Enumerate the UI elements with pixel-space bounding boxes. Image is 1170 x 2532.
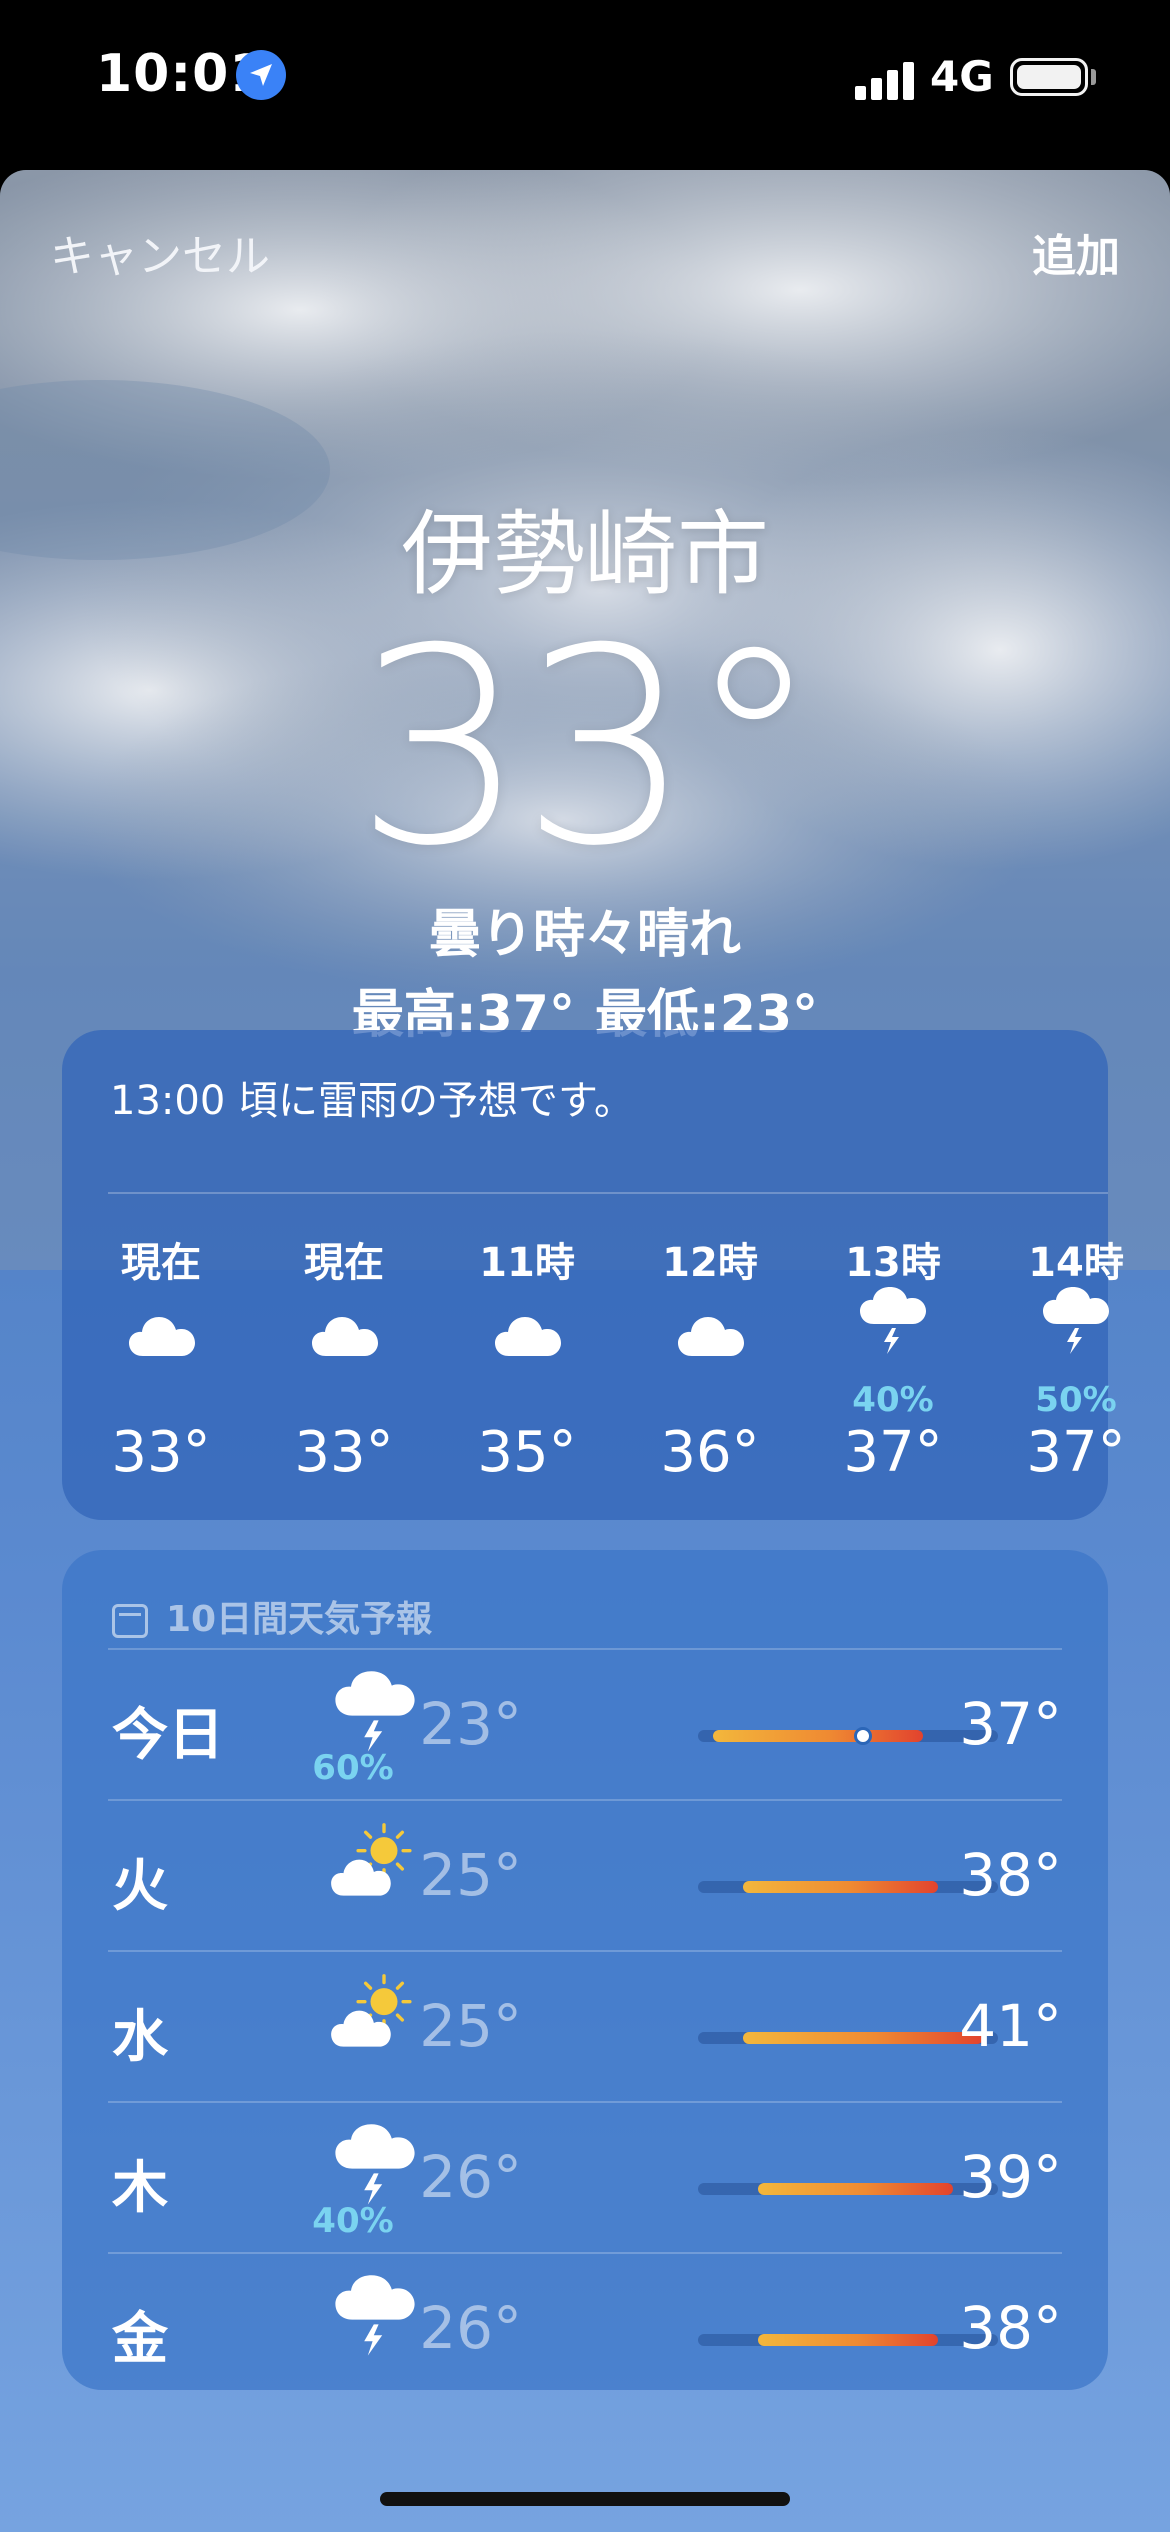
day-name: 金 xyxy=(112,2307,168,2372)
network-type: 4G xyxy=(930,52,994,101)
hour-temperature: 37° xyxy=(1026,1420,1126,1485)
thunderstorm-icon xyxy=(1001,1280,1151,1390)
precipitation-chance: 40% xyxy=(852,1380,934,1420)
hour-label: 12時 xyxy=(662,1240,758,1286)
hour-label: 14時 xyxy=(1028,1240,1124,1286)
cloud-icon xyxy=(86,1280,236,1390)
hourly-item: 現在 33° xyxy=(269,1230,419,1485)
high-temperature: 38° xyxy=(959,1841,1062,1909)
ten-day-forecast-card[interactable]: 10日間天気予報 今日 60% 23° 37° 火 25° 38° 水 25° 41° 木 40% 26… xyxy=(62,1550,1108,2390)
high-temperature: 37° xyxy=(959,1690,1062,1758)
hourly-item: 14時 50% 37° xyxy=(1001,1230,1151,1485)
day-name: 水 xyxy=(112,2005,168,2070)
cloud-icon xyxy=(452,1280,602,1390)
hour-temperature: 33° xyxy=(111,1420,211,1485)
high-temperature: 41° xyxy=(959,1992,1062,2060)
daily-row[interactable]: 火 25° 38° xyxy=(108,1799,1062,1951)
temperature-range-fill xyxy=(758,2334,938,2346)
cloud-icon xyxy=(269,1280,419,1390)
hourly-summary: 13:00 頃に雷雨の予想です。 xyxy=(110,1078,634,1124)
ten-day-header-label: 10日間天気予報 xyxy=(166,1599,433,1640)
low-temperature: 25° xyxy=(419,1841,522,1909)
temperature-range-fill xyxy=(713,1730,923,1742)
hour-temperature: 35° xyxy=(477,1420,577,1485)
hour-label: 現在 xyxy=(304,1240,384,1286)
location-arrow-icon xyxy=(236,50,286,100)
current-temperature-dot xyxy=(854,1727,872,1745)
high-temperature: 39° xyxy=(959,2143,1062,2211)
precipitation-chance: 50% xyxy=(1035,1380,1117,1420)
high-temperature: 38° xyxy=(959,2294,1062,2362)
low-temperature: 26° xyxy=(419,2143,522,2211)
hourly-forecast-card[interactable]: 13:00 頃に雷雨の予想です。 現在 33° 現在 33° 11時 35° 12時 36° 1… xyxy=(62,1030,1126,1520)
daily-row[interactable]: 木 40% 26° 39° xyxy=(108,2101,1062,2253)
hour-temperature: 33° xyxy=(294,1420,394,1485)
temperature-range-fill xyxy=(758,2183,953,2195)
battery-tip xyxy=(1091,69,1096,85)
low-temperature: 25° xyxy=(419,1992,522,2060)
thunderstorm-icon xyxy=(818,1280,968,1390)
temperature-range-bar xyxy=(698,2183,998,2195)
hourly-item: 12時 36° xyxy=(635,1230,785,1485)
hour-label: 11時 xyxy=(479,1240,575,1286)
daily-row[interactable]: 水 25° 41° xyxy=(108,1950,1062,2102)
day-name: 木 xyxy=(112,2156,168,2221)
home-indicator[interactable] xyxy=(380,2492,790,2506)
hourly-item: 13時 40% 37° xyxy=(818,1230,968,1485)
hour-label: 13時 xyxy=(845,1240,941,1286)
current-temperature: 33° xyxy=(354,590,822,905)
day-name: 今日 xyxy=(112,1703,224,1768)
low-temperature: 23° xyxy=(419,1690,522,1758)
cancel-button[interactable]: キャンセル xyxy=(50,220,270,284)
cellular-signal-icon xyxy=(855,60,915,100)
low-temperature: 26° xyxy=(419,2294,522,2362)
daily-row[interactable]: 今日 60% 23° 37° xyxy=(108,1648,1062,1800)
temperature-range-fill xyxy=(743,2032,983,2044)
temperature-range-fill xyxy=(743,1881,938,1893)
hour-temperature: 36° xyxy=(660,1420,760,1485)
cloud-icon xyxy=(635,1280,785,1390)
hourly-item: 11時 35° xyxy=(452,1230,602,1485)
temperature-range-bar xyxy=(698,1881,998,1893)
hour-temperature: 37° xyxy=(843,1420,943,1485)
temperature-range-bar xyxy=(698,2334,998,2346)
ten-day-header: 10日間天気予報 xyxy=(112,1590,432,1642)
hour-label: 現在 xyxy=(121,1240,201,1286)
weather-condition: 曇り時々晴れ xyxy=(428,905,741,965)
status-bar: 10:01 4G xyxy=(0,0,1170,160)
add-button[interactable]: 追加 xyxy=(1032,220,1120,284)
temperature-range-bar xyxy=(698,1727,998,1745)
divider xyxy=(108,1192,1108,1194)
hourly-item: 現在 33° xyxy=(86,1230,236,1485)
battery-icon xyxy=(1010,58,1088,96)
daily-row[interactable]: 金 26° 38° xyxy=(108,2252,1062,2404)
temperature-range-bar xyxy=(698,2032,998,2044)
day-name: 火 xyxy=(112,1854,168,1919)
calendar-icon xyxy=(112,1604,148,1638)
